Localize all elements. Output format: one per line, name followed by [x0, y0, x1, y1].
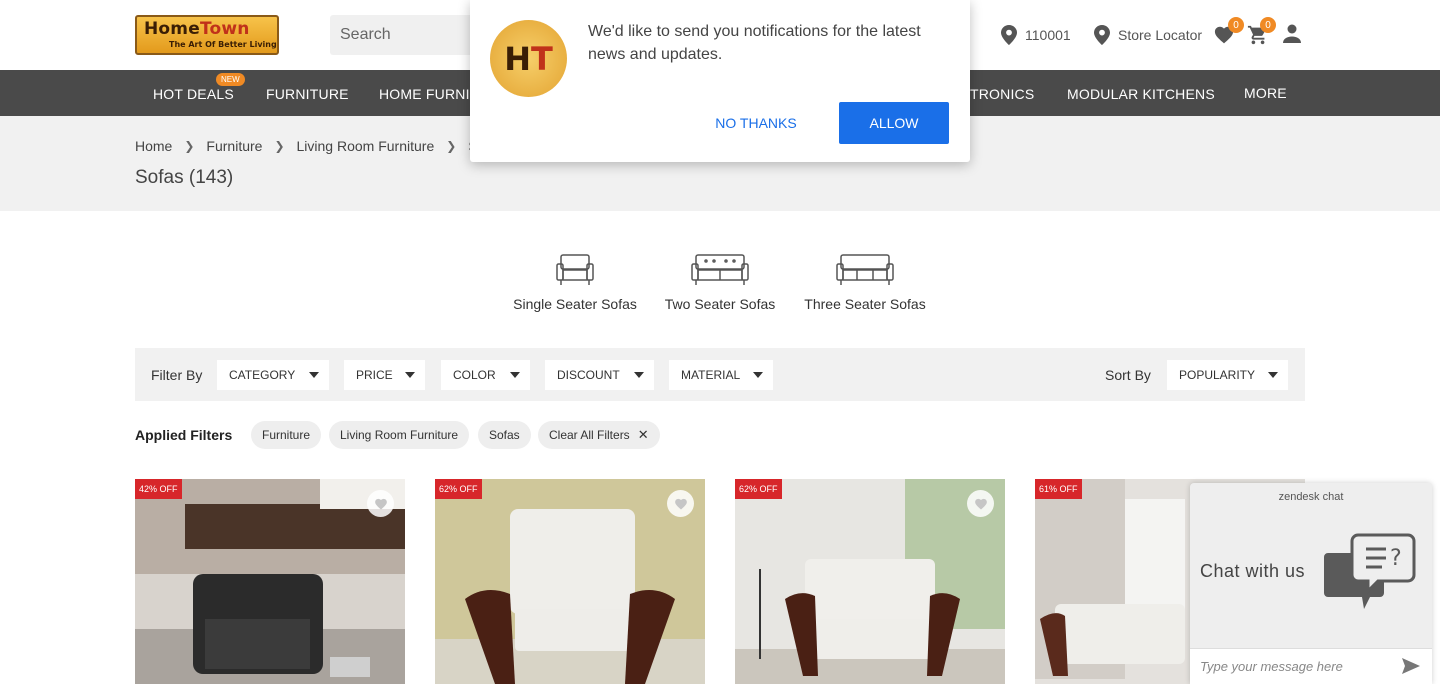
category-two-seater[interactable]: Two Seater Sofas [665, 252, 775, 312]
applied-filters-label: Applied Filters [135, 427, 233, 443]
heart-icon [374, 498, 387, 510]
category-single-seater[interactable]: Single Seater Sofas [513, 252, 637, 312]
caret-down-icon [634, 372, 644, 378]
chat-title: Chat with us [1200, 561, 1306, 581]
product-card[interactable]: 42% OFF [135, 479, 405, 684]
breadcrumb: Home ❯ Furniture ❯ Living Room Furniture… [135, 138, 485, 154]
wishlist-heart-button[interactable] [967, 490, 994, 517]
two-seater-sofa-icon [691, 254, 749, 285]
notification-permission-popup: HT We'd like to send you notifications f… [470, 0, 970, 162]
product-image [435, 479, 705, 684]
close-icon: ✕ [637, 427, 649, 442]
filter-by-label: Filter By [151, 367, 203, 383]
sort-dropdown[interactable]: POPULARITY [1167, 360, 1288, 390]
heart-icon [974, 498, 987, 510]
filter-bar: Filter By CATEGORY PRICE COLOR DISCOUNT … [135, 348, 1305, 401]
category-label: Three Seater Sofas [804, 296, 926, 312]
breadcrumb-furniture[interactable]: Furniture [206, 138, 262, 154]
product-card[interactable]: 62% OFF [435, 479, 705, 684]
new-badge: NEW [216, 73, 245, 86]
discount-badge: 61% OFF [1035, 479, 1082, 499]
category-label: Two Seater Sofas [664, 296, 776, 312]
caret-down-icon [753, 372, 763, 378]
nav-more[interactable]: MORE [1244, 85, 1287, 101]
product-image [735, 479, 1005, 684]
wishlist-count-badge: 0 [1228, 17, 1244, 33]
caret-down-icon [1268, 372, 1278, 378]
filter-color-dropdown[interactable]: COLOR [441, 360, 530, 390]
wishlist-heart-button[interactable] [367, 490, 394, 517]
store-pin-icon [1094, 25, 1110, 45]
svg-text:?: ? [1390, 546, 1402, 571]
chevron-right-icon: ❯ [274, 139, 285, 153]
caret-down-icon [405, 372, 415, 378]
chip-furniture[interactable]: Furniture [251, 421, 322, 449]
account-button[interactable] [1283, 24, 1301, 49]
discount-badge: 62% OFF [435, 479, 482, 499]
nav-home-furnishing[interactable]: HOME FURNIS [379, 86, 479, 102]
chat-brand-label: zendesk chat [1278, 491, 1344, 503]
discount-badge: 42% OFF [135, 479, 182, 499]
caret-down-icon [510, 372, 520, 378]
category-three-seater[interactable]: Three Seater Sofas [804, 252, 926, 312]
nav-hot-deals[interactable]: HOT DEALS [153, 86, 234, 102]
product-card[interactable]: 62% OFF [735, 479, 1005, 684]
store-locator-link[interactable]: Store Locator [1094, 25, 1202, 45]
product-image [135, 479, 405, 684]
notification-message: We'd like to send you notifications for … [588, 23, 921, 63]
chevron-right-icon: ❯ [184, 139, 195, 153]
breadcrumb-home[interactable]: Home [135, 138, 172, 154]
filter-price-dropdown[interactable]: PRICE [344, 360, 425, 390]
chat-message-input[interactable] [1190, 648, 1432, 684]
filter-category-dropdown[interactable]: CATEGORY [217, 360, 329, 390]
filter-material-dropdown[interactable]: MATERIAL [669, 360, 773, 390]
logo-tagline: The Art Of Better Living [169, 40, 277, 49]
chevron-right-icon: ❯ [446, 139, 457, 153]
category-label: Single Seater Sofas [513, 296, 637, 312]
three-seater-sofa-icon [836, 254, 894, 285]
cart-button[interactable]: 0 [1247, 17, 1276, 51]
nav-electronics[interactable]: TRONICS [970, 86, 1034, 102]
send-icon[interactable] [1402, 658, 1420, 674]
hometown-ht-logo: HT [490, 20, 567, 97]
filter-discount-dropdown[interactable]: DISCOUNT [545, 360, 654, 390]
logo-wordmark: HomeTown [144, 19, 250, 39]
chat-widget[interactable]: zendesk chat Chat with us ? [1190, 483, 1432, 684]
nav-modular-kitchens[interactable]: MODULAR KITCHENS [1067, 86, 1215, 102]
discount-badge: 62% OFF [735, 479, 782, 499]
nav-furniture[interactable]: FURNITURE [266, 86, 349, 102]
sort-by-label: Sort By [1105, 367, 1151, 383]
chip-living-room-furniture[interactable]: Living Room Furniture [329, 421, 470, 449]
chip-sofas[interactable]: Sofas [478, 421, 531, 449]
hometown-logo[interactable]: HomeTown The Art Of Better Living [135, 15, 279, 55]
no-thanks-button[interactable]: NO THANKS [701, 102, 811, 144]
wishlist-button[interactable]: 0 [1213, 17, 1244, 49]
cart-count-badge: 0 [1260, 17, 1276, 33]
pincode-selector[interactable]: 110001 [1001, 25, 1071, 45]
caret-down-icon [309, 372, 319, 378]
page-title: Sofas (143) [135, 167, 234, 188]
user-icon [1283, 24, 1301, 43]
location-pin-icon [1001, 25, 1017, 45]
clear-all-label: Clear All Filters [549, 428, 630, 442]
clear-all-filters-button[interactable]: Clear All Filters ✕ [538, 421, 660, 449]
chat-bubbles-icon: ? [1324, 533, 1416, 609]
pincode-text: 110001 [1025, 27, 1071, 43]
store-locator-label: Store Locator [1118, 27, 1203, 43]
heart-icon [674, 498, 687, 510]
breadcrumb-living-room[interactable]: Living Room Furniture [297, 138, 435, 154]
wishlist-heart-button[interactable] [667, 490, 694, 517]
allow-button[interactable]: ALLOW [839, 102, 949, 144]
single-sofa-icon [556, 254, 594, 285]
